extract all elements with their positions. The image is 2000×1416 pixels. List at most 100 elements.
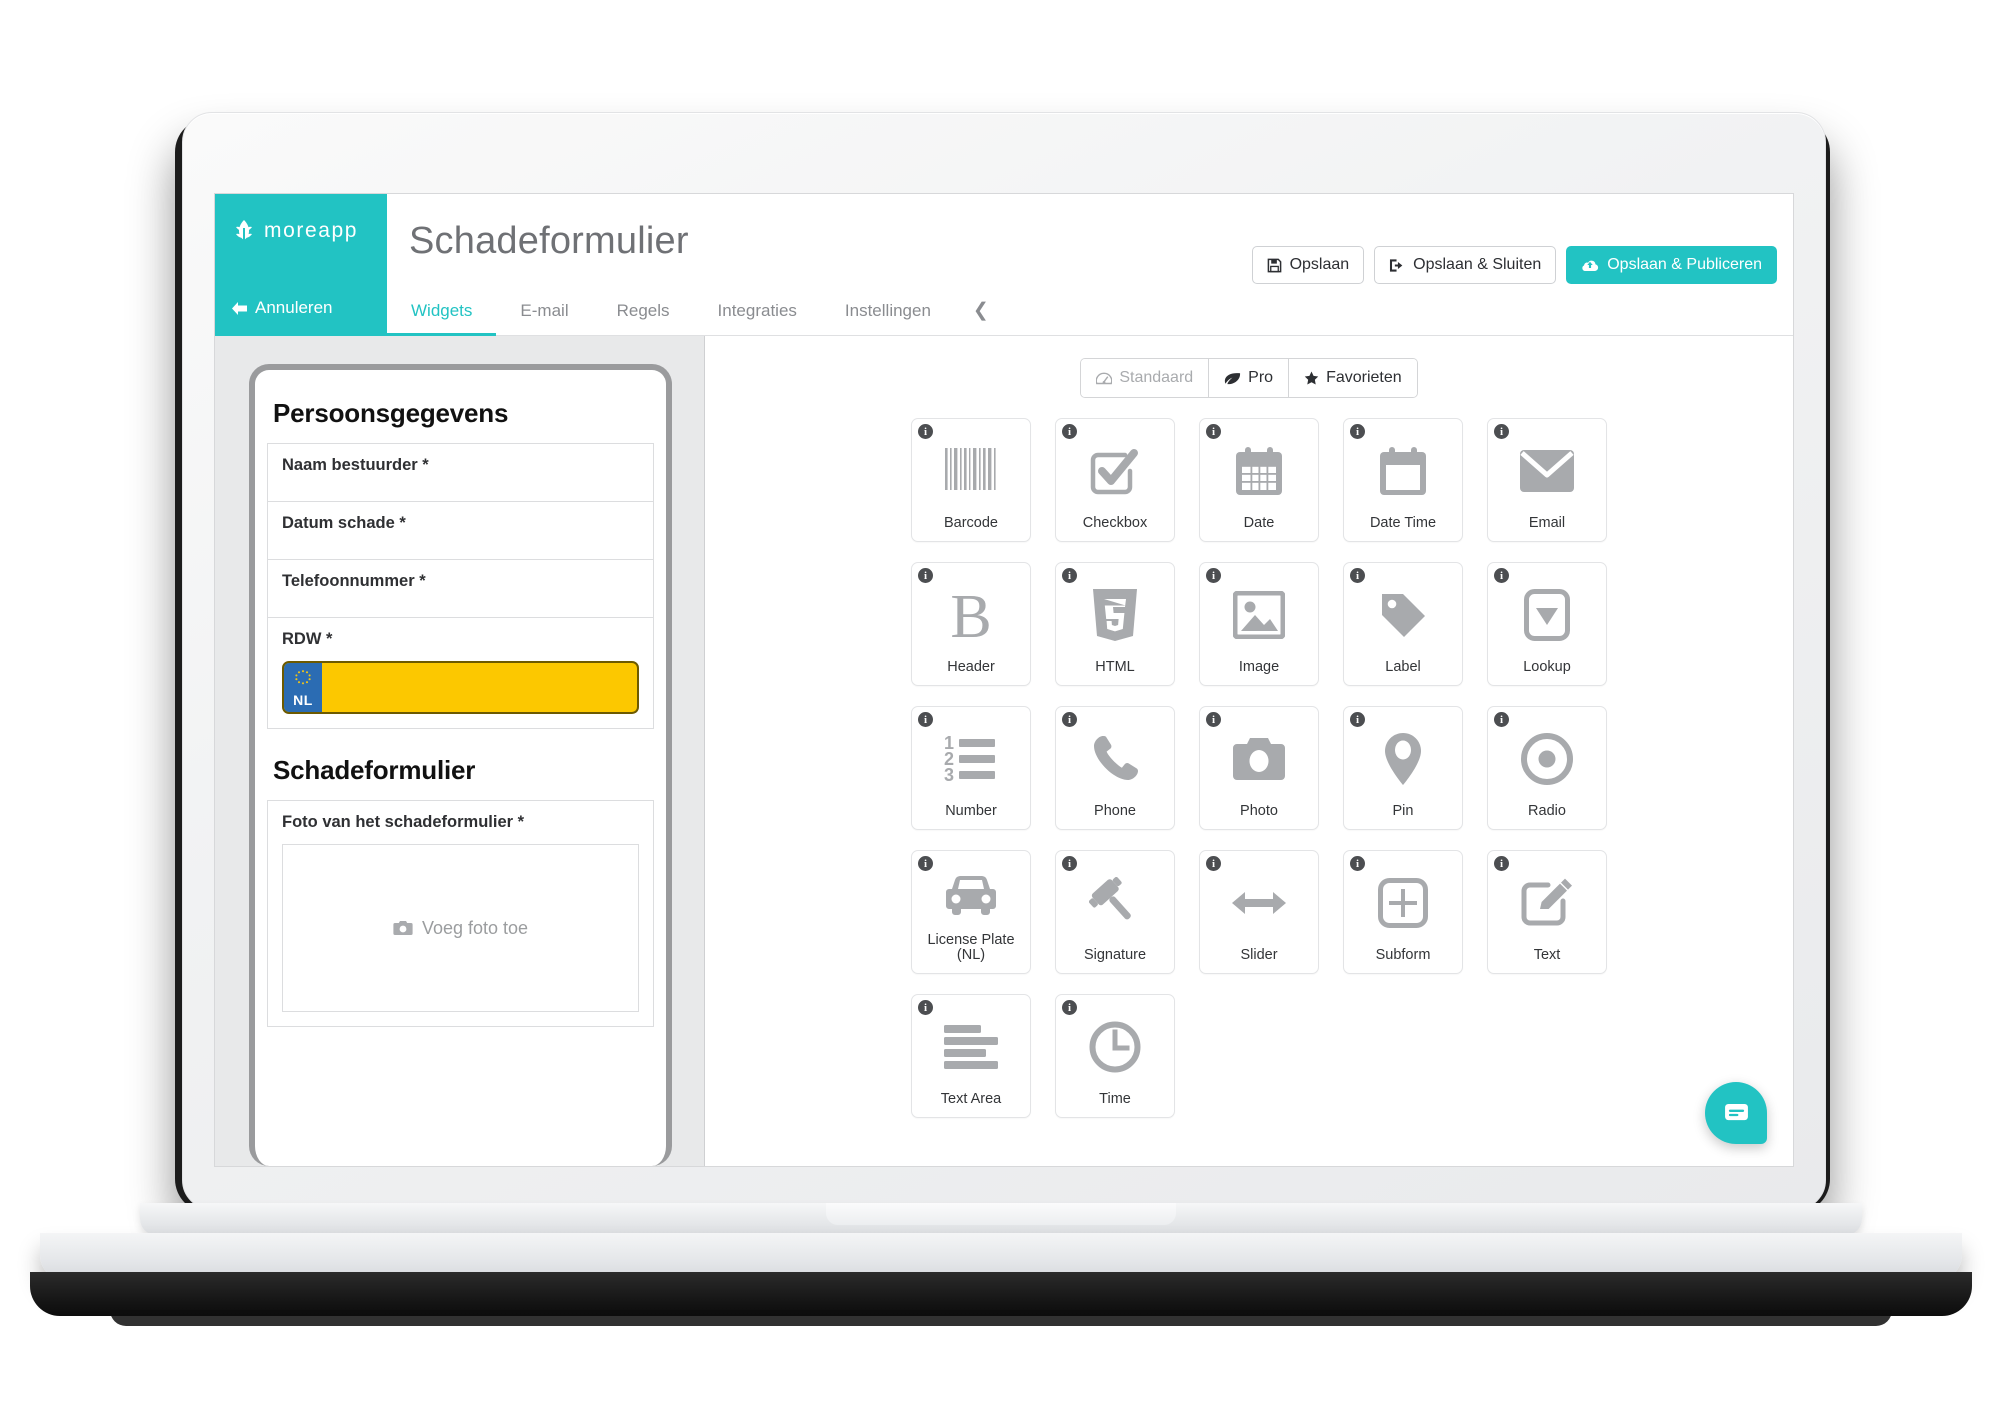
widget-card-pin[interactable]: i Pin <box>1343 706 1463 830</box>
plate-value[interactable] <box>322 663 637 712</box>
widget-card-date[interactable]: i Date <box>1199 418 1319 542</box>
save-and-close-button[interactable]: Opslaan & Sluiten <box>1374 246 1557 284</box>
widget-card-image[interactable]: i Image <box>1199 562 1319 686</box>
tab-widgets[interactable]: Widgets <box>387 288 497 336</box>
pencil-square-icon <box>1521 851 1573 948</box>
field-rdw[interactable]: RDW * NL <box>268 618 653 729</box>
widget-card-photo[interactable]: i Photo <box>1199 706 1319 830</box>
save-label: Opslaan <box>1289 256 1350 273</box>
field-label: Foto van het schadeformulier * <box>282 813 525 831</box>
widget-card-header[interactable]: i B Header <box>911 562 1031 686</box>
field-label: Telefoonnummer * <box>282 572 426 590</box>
info-icon[interactable]: i <box>918 712 933 727</box>
chevron-left-icon[interactable]: ❮ <box>955 288 1007 336</box>
widget-card-checkbox[interactable]: i Checkbox <box>1055 418 1175 542</box>
info-icon[interactable]: i <box>918 856 933 871</box>
widget-card-number[interactable]: i 123 Number <box>911 706 1031 830</box>
save-and-publish-label: Opslaan & Publiceren <box>1607 256 1762 273</box>
filter-favorieten[interactable]: Favorieten <box>1289 359 1417 397</box>
envelope-icon <box>1519 419 1575 516</box>
plus-square-icon <box>1378 851 1428 948</box>
widget-label: Slider <box>1240 946 1278 963</box>
info-icon[interactable]: i <box>918 568 933 583</box>
text-lines-icon <box>943 995 999 1092</box>
save-and-publish-button[interactable]: Opslaan & Publiceren <box>1566 246 1777 284</box>
info-icon[interactable]: i <box>1062 1000 1077 1015</box>
clock-icon <box>1089 995 1141 1092</box>
license-plate-input[interactable]: NL <box>282 661 639 714</box>
photo-dropzone[interactable]: Voeg foto toe <box>282 844 639 1012</box>
section-title-schadeformulier: Schadeformulier <box>273 755 476 785</box>
chat-bubble-button[interactable] <box>1705 1082 1767 1144</box>
widget-grid: i Barcode i Checkbox i Date i Date Time i Em… <box>889 412 1609 1118</box>
field-datum-schade[interactable]: Datum schade * <box>268 502 653 560</box>
moreapp-form-builder: moreapp Annuleren Schadeformulier Widget… <box>215 194 1793 1166</box>
widget-card-radio[interactable]: i Radio <box>1487 706 1607 830</box>
widget-label: Phone <box>1094 802 1136 819</box>
field-foto-schadeformulier[interactable]: Foto van het schadeformulier * Voeg foto… <box>268 801 653 1027</box>
widget-card-slider[interactable]: i Slider <box>1199 850 1319 974</box>
phone-icon <box>1090 707 1140 804</box>
widget-card-text-area[interactable]: i Text Area <box>911 994 1031 1118</box>
cloud-upload-icon <box>1581 258 1599 272</box>
widget-card-lookup[interactable]: i Lookup <box>1487 562 1607 686</box>
filter-label: Standaard <box>1119 369 1194 386</box>
arrows-horizontal-icon <box>1231 851 1287 948</box>
field-telefoonnummer[interactable]: Telefoonnummer * <box>268 560 653 618</box>
filter-label: Pro <box>1248 369 1274 386</box>
info-icon[interactable]: i <box>1494 712 1509 727</box>
widget-card-date-time[interactable]: i Date Time <box>1343 418 1463 542</box>
builder-body: Persoonsgegevens Naam bestuurder * Datum… <box>215 336 1793 1166</box>
info-icon[interactable]: i <box>1350 568 1365 583</box>
info-icon[interactable]: i <box>1494 424 1509 439</box>
widget-card-time[interactable]: i Time <box>1055 994 1175 1118</box>
filter-pro[interactable]: Pro <box>1209 359 1290 397</box>
filter-standaard[interactable]: Standaard <box>1081 359 1210 397</box>
tab-email[interactable]: E-mail <box>496 288 592 336</box>
field-label: Datum schade * <box>282 514 406 532</box>
widget-card-text[interactable]: i Text <box>1487 850 1607 974</box>
tab-instellingen[interactable]: Instellingen <box>821 288 955 336</box>
field-naam-bestuurder[interactable]: Naam bestuurder * <box>268 444 653 502</box>
info-icon[interactable]: i <box>1062 424 1077 439</box>
info-icon[interactable]: i <box>1350 424 1365 439</box>
widget-label: Header <box>947 658 995 675</box>
widget-card-label[interactable]: i Label <box>1343 562 1463 686</box>
top-bar: moreapp Annuleren Schadeformulier Widget… <box>215 194 1793 336</box>
info-icon[interactable]: i <box>1494 856 1509 871</box>
widget-card-license-plate-nl[interactable]: i License Plate (NL) <box>911 850 1031 974</box>
info-icon[interactable]: i <box>1206 424 1221 439</box>
widget-label: Text Area <box>940 1090 1002 1107</box>
widget-card-html[interactable]: i HTML <box>1055 562 1175 686</box>
widget-label: Radio <box>1528 802 1566 819</box>
info-icon[interactable]: i <box>1350 856 1365 871</box>
widget-card-signature[interactable]: i Signature <box>1055 850 1175 974</box>
widget-card-email[interactable]: i Email <box>1487 418 1607 542</box>
save-button[interactable]: Opslaan <box>1251 246 1365 284</box>
gavel-icon <box>1089 851 1141 948</box>
info-icon[interactable]: i <box>918 424 933 439</box>
eu-band: NL <box>284 663 322 712</box>
tab-integraties[interactable]: Integraties <box>694 288 821 336</box>
info-icon[interactable]: i <box>1062 712 1077 727</box>
info-icon[interactable]: i <box>1206 568 1221 583</box>
barcode-icon <box>943 419 999 516</box>
brand-logo: moreapp <box>215 218 387 244</box>
cancel-button[interactable]: Annuleren <box>215 298 387 318</box>
info-icon[interactable]: i <box>1062 856 1077 871</box>
leaf-icon <box>1224 372 1241 385</box>
star-icon <box>1304 371 1319 385</box>
widget-card-barcode[interactable]: i Barcode <box>911 418 1031 542</box>
info-icon[interactable]: i <box>1350 712 1365 727</box>
widget-card-subform[interactable]: i Subform <box>1343 850 1463 974</box>
info-icon[interactable]: i <box>918 1000 933 1015</box>
info-icon[interactable]: i <box>1494 568 1509 583</box>
info-icon[interactable]: i <box>1206 856 1221 871</box>
field-label: RDW * <box>282 630 333 648</box>
widget-card-phone[interactable]: i Phone <box>1055 706 1175 830</box>
info-icon[interactable]: i <box>1206 712 1221 727</box>
tab-regels[interactable]: Regels <box>593 288 694 336</box>
svg-text:B: B <box>950 588 991 642</box>
info-icon[interactable]: i <box>1062 568 1077 583</box>
screenshot-stage: moreapp Annuleren Schadeformulier Widget… <box>0 0 2000 1416</box>
